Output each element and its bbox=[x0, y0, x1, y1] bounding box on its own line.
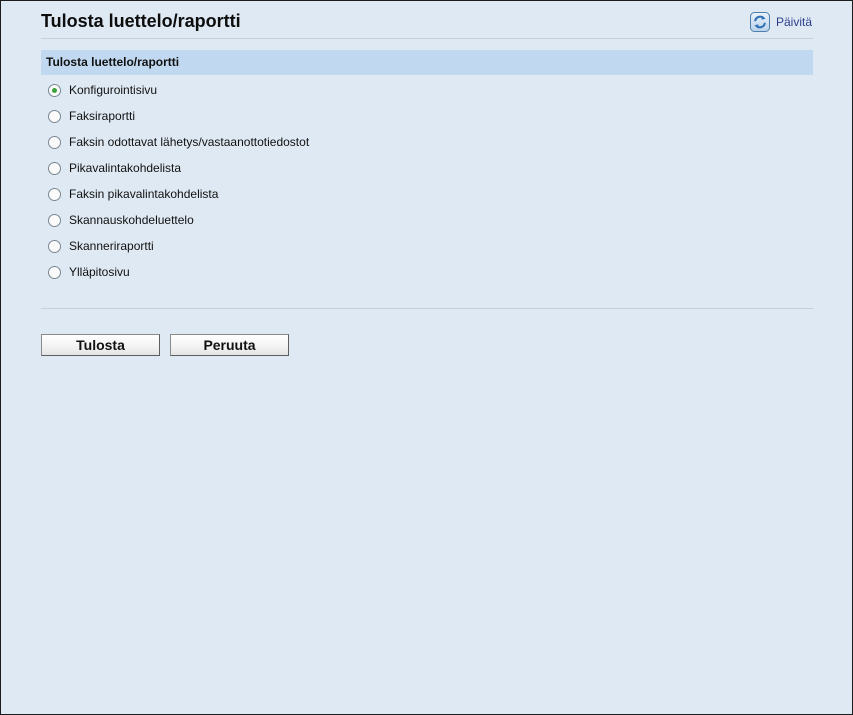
bottom-divider bbox=[41, 308, 813, 309]
option-label: Konfigurointisivu bbox=[69, 83, 158, 97]
option-maintenance-page[interactable]: Ylläpitosivu bbox=[48, 259, 309, 285]
option-label: Skannauskohdeluettelo bbox=[69, 213, 194, 227]
option-label: Faksin odottavat lähetys/vastaanottotied… bbox=[69, 135, 310, 149]
option-fax-report[interactable]: Faksiraportti bbox=[48, 103, 309, 129]
title-divider bbox=[41, 38, 813, 39]
page-frame: Tulosta luettelo/raportti Päivitä Tulost… bbox=[0, 0, 853, 715]
option-scanner-report[interactable]: Skanneriraportti bbox=[48, 233, 309, 259]
option-label: Pikavalintakohdelista bbox=[69, 161, 182, 175]
option-fax-pending-files[interactable]: Faksin odottavat lähetys/vastaanottotied… bbox=[48, 129, 309, 155]
option-scan-destination-list[interactable]: Skannauskohdeluettelo bbox=[48, 207, 309, 233]
radio-button[interactable] bbox=[48, 265, 61, 279]
radio-button[interactable] bbox=[48, 135, 61, 149]
radio-button[interactable] bbox=[48, 213, 61, 227]
cancel-button[interactable]: Peruuta bbox=[170, 334, 289, 356]
radio-button[interactable] bbox=[48, 83, 61, 97]
refresh-link[interactable]: Päivitä bbox=[749, 12, 812, 32]
option-configuration-page[interactable]: Konfigurointisivu bbox=[48, 77, 309, 103]
radio-button[interactable] bbox=[48, 161, 61, 175]
option-label: Faksin pikavalintakohdelista bbox=[69, 187, 219, 201]
option-label: Ylläpitosivu bbox=[69, 265, 130, 279]
option-fax-quick-dial-list[interactable]: Faksin pikavalintakohdelista bbox=[48, 181, 309, 207]
refresh-icon bbox=[749, 12, 770, 32]
refresh-label: Päivitä bbox=[775, 15, 812, 29]
report-options-list: Konfigurointisivu Faksiraportti Faksin o… bbox=[48, 77, 309, 285]
page-title: Tulosta luettelo/raportti bbox=[41, 11, 241, 31]
option-label: Skanneriraportti bbox=[69, 239, 154, 253]
radio-button[interactable] bbox=[48, 109, 61, 123]
radio-button[interactable] bbox=[48, 239, 61, 253]
option-quick-dial-list[interactable]: Pikavalintakohdelista bbox=[48, 155, 309, 181]
print-button[interactable]: Tulosta bbox=[41, 334, 160, 356]
radio-button[interactable] bbox=[48, 187, 61, 201]
option-label: Faksiraportti bbox=[69, 109, 136, 123]
section-header: Tulosta luettelo/raportti bbox=[41, 50, 813, 75]
